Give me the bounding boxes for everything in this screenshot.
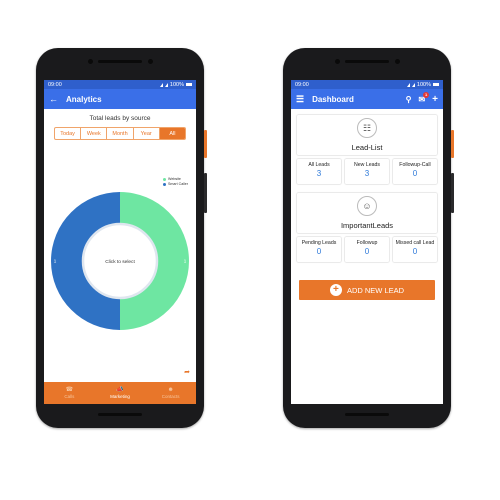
legend-item-smart-caller[interactable]: Smart Caller <box>163 182 188 187</box>
tab-today[interactable]: Today <box>55 128 82 139</box>
status-bar: 09:00 100% <box>291 80 443 89</box>
stat-new-leads[interactable]: New Leads 3 <box>345 159 389 184</box>
important-leads-title: ImportantLeads <box>340 221 394 230</box>
nav-label: Calls <box>64 394 75 399</box>
page-title: Dashboard <box>312 94 354 104</box>
person-icon: ☺ <box>357 196 377 216</box>
tab-week[interactable]: Week <box>81 128 108 139</box>
notification-badge: 1 <box>423 91 430 98</box>
stat-label: Followup-Call <box>399 162 431 168</box>
front-camera <box>88 59 93 64</box>
signal-icon <box>164 82 168 87</box>
nav-label: Contacts <box>161 394 180 399</box>
bottom-speaker <box>98 413 142 416</box>
add-icon[interactable]: + <box>432 94 438 105</box>
phone-analytics: 09:00 100% ← Analytics Total leads by so… <box>36 48 207 428</box>
chart-legend: Website Smart Caller <box>163 177 188 187</box>
stat-value: 3 <box>364 169 370 178</box>
status-time: 09:00 <box>295 81 309 88</box>
stat-pending-leads[interactable]: Pending Leads 0 <box>297 237 341 262</box>
battery-icon <box>433 82 439 87</box>
stat-value: 0 <box>412 247 418 256</box>
bottom-nav: ☎ Calls 📣 Marketing ☻ Contacts <box>44 382 196 404</box>
power-button <box>451 130 454 158</box>
search-icon[interactable]: ⚲ <box>406 95 412 104</box>
contacts-icon: ☻ <box>167 387 174 393</box>
lead-list-card[interactable]: ☷ Lead-List <box>297 115 437 155</box>
donut-center-label: Click to select <box>105 259 135 265</box>
volume-button <box>451 173 454 213</box>
wifi-icon <box>406 82 410 87</box>
nav-item-contacts[interactable]: ☻ Contacts <box>145 382 196 404</box>
megaphone-icon: 📣 <box>116 387 124 393</box>
chart-title: Total leads by source <box>89 115 151 122</box>
tab-all[interactable]: All <box>159 128 185 139</box>
nav-label: Marketing <box>110 394 130 399</box>
tab-year[interactable]: Year <box>134 128 160 139</box>
dashboard-screen: 09:00 100% ☰ Dashboard ⚲ ✉ 1 + ☷ Lead-Lis… <box>291 80 443 404</box>
battery-percent: 100% <box>416 81 431 88</box>
nav-item-calls[interactable]: ☎ Calls <box>44 382 95 404</box>
stat-missed-call-lead[interactable]: Missed call Lead 0 <box>393 237 437 262</box>
stat-all-leads[interactable]: All Leads 3 <box>297 159 341 184</box>
nav-item-marketing[interactable]: 📣 Marketing <box>95 382 146 404</box>
calls-icon: ☎ <box>65 387 74 393</box>
front-camera <box>335 59 340 64</box>
legend-label: Smart Caller <box>168 182 188 186</box>
notification-icon[interactable]: ✉ 1 <box>418 91 430 104</box>
stat-value: 3 <box>316 169 322 178</box>
stat-label: New Leads <box>354 162 380 168</box>
plus-icon: + <box>329 284 342 296</box>
lead-list-title: Lead-List <box>351 143 383 152</box>
battery-icon <box>186 82 192 87</box>
add-new-lead-label: ADD NEW LEAD <box>346 285 405 295</box>
earpiece-speaker <box>98 60 142 63</box>
phone-dashboard: 09:00 100% ☰ Dashboard ⚲ ✉ 1 + ☷ Lead-Lis… <box>283 48 454 428</box>
bottom-speaker <box>345 413 389 416</box>
proximity-sensor <box>395 59 400 64</box>
back-arrow-icon[interactable]: ← <box>49 94 58 104</box>
stat-label: Pending Leads <box>301 240 337 246</box>
share-icon[interactable]: ➦ <box>184 368 190 376</box>
stat-value: 0 <box>364 247 370 256</box>
volume-button <box>204 173 207 213</box>
status-time: 09:00 <box>48 81 62 88</box>
donut-chart[interactable]: Click to select 1 1 <box>51 192 189 330</box>
period-tabs: Today Week Month Year All <box>54 127 186 140</box>
legend-swatch <box>163 177 167 181</box>
stat-label: Missed call Lead <box>395 240 435 246</box>
menu-icon[interactable]: ☰ <box>296 94 304 105</box>
stat-value: 0 <box>412 169 418 178</box>
app-bar: ☰ Dashboard ⚲ ✉ 1 + <box>291 89 443 109</box>
wifi-icon <box>159 82 163 87</box>
proximity-sensor <box>148 59 153 64</box>
stat-followup[interactable]: Followup 0 <box>345 237 389 262</box>
earpiece-speaker <box>345 60 389 63</box>
legend-swatch <box>163 182 167 186</box>
stat-label: Followup <box>356 240 378 246</box>
power-button <box>204 130 207 158</box>
analytics-screen: 09:00 100% ← Analytics Total leads by so… <box>44 80 196 404</box>
legend-label: Website <box>168 177 181 181</box>
important-leads-card[interactable]: ☺ ImportantLeads <box>297 193 437 233</box>
status-bar: 09:00 100% <box>44 80 196 89</box>
stat-value: 0 <box>316 247 322 256</box>
tab-month[interactable]: Month <box>107 128 134 139</box>
contact-card-icon: ☷ <box>357 118 377 138</box>
stat-followup-call[interactable]: Followup-Call 0 <box>393 159 437 184</box>
add-new-lead-button[interactable]: + ADD NEW LEAD <box>299 280 435 300</box>
page-title: Analytics <box>66 94 102 104</box>
signal-icon <box>411 82 415 87</box>
battery-percent: 100% <box>169 81 184 88</box>
app-bar: ← Analytics <box>44 89 196 109</box>
stat-label: All Leads <box>308 162 330 168</box>
